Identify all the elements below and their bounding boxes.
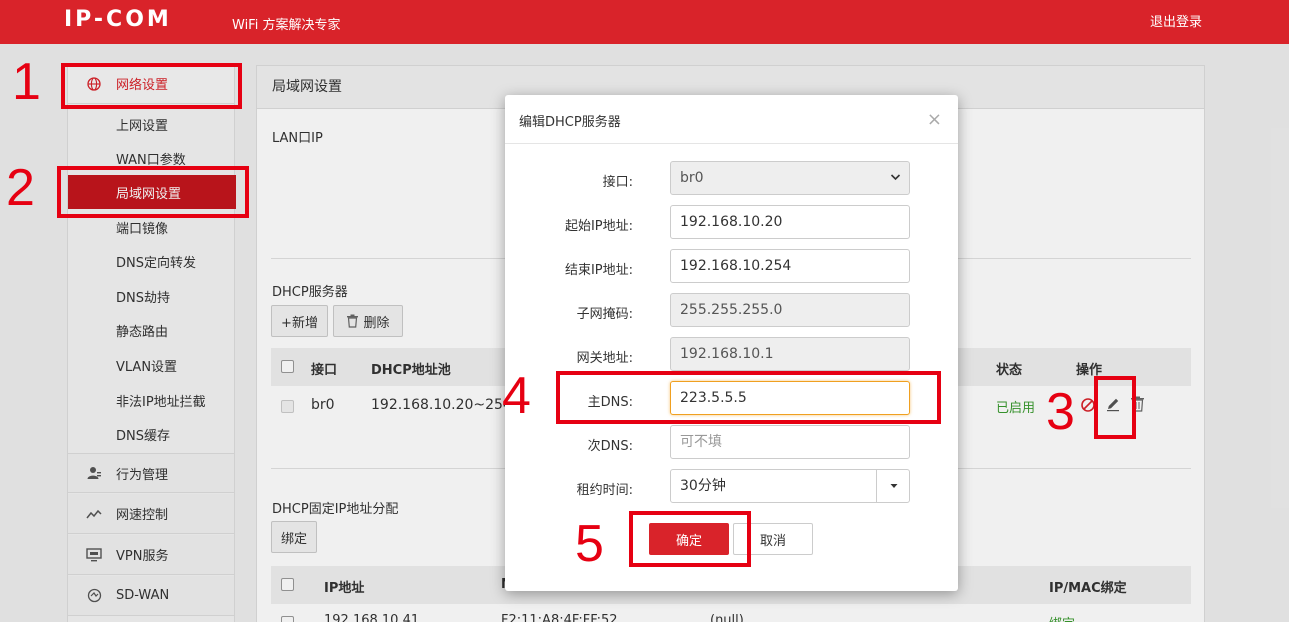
start-ip-label: 起始IP地址: — [564, 219, 633, 234]
sidebar: 网络设置 上网设置 WAN口参数 局域网设置 端口镜像 DNS定向转发 DNS劫… — [67, 63, 236, 622]
dialog-title: 编辑DHCP服务器 — [519, 115, 621, 130]
start-ip-input[interactable]: 192.168.10.20 — [670, 205, 910, 239]
annotation-number-4: 4 — [502, 367, 531, 425]
chevron-down-icon — [890, 162, 901, 206]
dialog-divider — [505, 143, 958, 144]
caret-down-icon[interactable] — [889, 471, 899, 515]
subnet-mask-input[interactable]: 255.255.255.0 — [670, 293, 910, 327]
col-interface: 接口 — [311, 363, 338, 378]
sidebar-item-label: VPN服务 — [116, 549, 169, 564]
lan-ip-label: LAN口IP — [272, 131, 323, 146]
sidebar-item-label: SD-WAN — [116, 588, 170, 603]
sidebar-sub-dns-hijack[interactable]: DNS劫持 — [68, 279, 234, 313]
sidebar-item-label: 行为管理 — [116, 467, 169, 483]
annotation-box-1 — [61, 63, 242, 109]
interface-select[interactable]: br0 — [670, 161, 910, 195]
top-header: IP-COM WiFi 方案解决专家 退出登录 — [0, 0, 1289, 44]
lease-time-value: 30分钟 — [680, 478, 726, 494]
sidebar-sub-dns-cache[interactable]: DNS缓存 — [68, 417, 234, 451]
vpn-icon — [86, 547, 102, 563]
dhcp-server-label: DHCP服务器 — [272, 285, 348, 300]
sidebar-sub-internet[interactable]: 上网设置 — [68, 107, 234, 141]
annotation-number-3: 3 — [1046, 383, 1075, 441]
secondary-dns-input[interactable]: 可不填 — [670, 425, 910, 459]
user-manage-icon — [86, 465, 102, 481]
row-bind-status: 绑定 — [1049, 613, 1075, 622]
sidebar-sub-vlan[interactable]: VLAN设置 — [68, 348, 234, 382]
annotation-number-1: 1 — [12, 53, 41, 111]
row-interface: br0 — [311, 397, 335, 413]
static-ip-label: DHCP固定IP地址分配 — [272, 502, 399, 517]
subnet-mask-label: 子网掩码: — [576, 307, 633, 322]
end-ip-input[interactable]: 192.168.10.254 — [670, 249, 910, 283]
select-all-checkbox[interactable] — [281, 578, 294, 591]
interface-label: 接口: — [602, 175, 633, 190]
row-checkbox[interactable] — [281, 400, 294, 413]
delete-label: 删除 — [363, 315, 390, 331]
interface-value: br0 — [680, 170, 704, 186]
annotation-box-2 — [57, 166, 249, 218]
annotation-box-3 — [1094, 376, 1136, 439]
col-ip-mac-binding: IP/MAC绑定 — [1049, 581, 1127, 596]
sidebar-item-label: 网速控制 — [116, 508, 169, 523]
close-icon[interactable]: × — [927, 109, 942, 130]
sdwan-icon — [86, 588, 102, 604]
sidebar-item-sdwan[interactable]: SD-WAN — [68, 576, 234, 616]
trash-icon — [347, 314, 359, 328]
brand-tagline: WiFi 方案解决专家 — [232, 18, 341, 33]
delete-button[interactable]: 删除 — [333, 305, 403, 337]
row-mac: F2:11:A8:4F:FF:52 — [501, 613, 618, 622]
col-status: 状态 — [996, 363, 1023, 378]
row-checkbox[interactable] — [281, 616, 294, 622]
sidebar-sub-ip-block[interactable]: 非法IP地址拦截 — [68, 383, 234, 417]
gateway-input[interactable]: 192.168.10.1 — [670, 337, 910, 371]
annotation-number-5: 5 — [575, 515, 604, 573]
bind-button[interactable]: 绑定 — [271, 521, 317, 553]
col-ip: IP地址 — [324, 581, 365, 596]
select-divider — [876, 470, 877, 502]
sidebar-sub-dns-forward[interactable]: DNS定向转发 — [68, 244, 234, 278]
row-name: (null) — [710, 613, 744, 622]
row-pool: 192.168.10.20~254 — [371, 397, 512, 413]
lease-time-label: 租约时间: — [576, 483, 633, 498]
sidebar-item-behavior[interactable]: 行为管理 — [68, 453, 234, 493]
sidebar-item-speed[interactable]: 网速控制 — [68, 494, 234, 534]
sidebar-item-vpn[interactable]: VPN服务 — [68, 535, 234, 575]
annotation-box-4 — [556, 371, 941, 424]
secondary-dns-label: 次DNS: — [587, 439, 633, 454]
logout-link[interactable]: 退出登录 — [1150, 11, 1202, 30]
gateway-label: 网关地址: — [576, 351, 633, 366]
lease-time-select[interactable]: 30分钟 — [670, 469, 910, 503]
sidebar-sub-static-route[interactable]: 静态路由 — [68, 313, 234, 347]
end-ip-label: 结束IP地址: — [564, 263, 633, 278]
add-button[interactable]: +新增 — [271, 305, 328, 337]
annotation-number-2: 2 — [6, 159, 35, 217]
row-ip: 192.168.10.41 — [324, 613, 420, 622]
annotation-box-5 — [629, 511, 751, 567]
select-all-checkbox[interactable] — [281, 360, 294, 373]
col-pool: DHCP地址池 — [371, 363, 451, 378]
status-badge: 已启用 — [996, 401, 1036, 416]
speed-chart-icon — [86, 506, 102, 522]
brand-logo: IP-COM — [64, 7, 172, 32]
